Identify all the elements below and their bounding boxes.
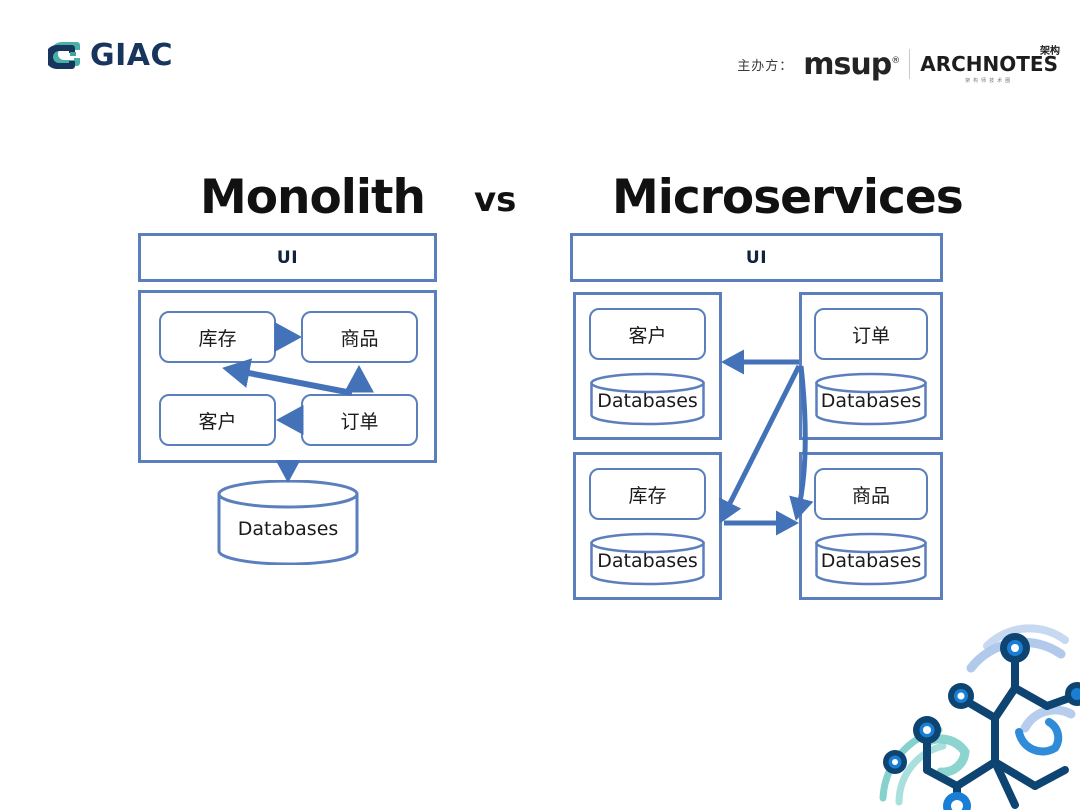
microservice-inventory-database-label: Databases xyxy=(597,550,698,572)
sponsor-divider xyxy=(909,49,911,79)
microservice-customer-box: 客户 xyxy=(589,308,706,360)
monolith-database-label: Databases xyxy=(237,518,339,540)
microservice-order-box: 订单 xyxy=(814,308,928,360)
monolith-database-cylinder: Databases xyxy=(216,480,360,565)
monolith-module-customer-label: 客户 xyxy=(198,410,237,433)
microservice-customer-database: Databases xyxy=(589,372,706,426)
arrow-order-to-inventory-service xyxy=(718,364,802,524)
giac-wordmark: GIAC xyxy=(90,38,174,73)
microservice-inventory-box: 库存 xyxy=(589,468,706,520)
giac-logo: GIAC xyxy=(48,38,173,73)
monolith-module-product-label: 商品 xyxy=(340,327,379,350)
network-decoration-graphic xyxy=(879,624,1080,810)
microservice-product-database: Databases xyxy=(814,532,928,586)
archnotes-wordmark: ARCHNOTES xyxy=(920,52,1058,76)
microservices-ui-label: UI xyxy=(745,247,768,268)
archnotes-subtitle: 架构师技术圈 xyxy=(965,78,1014,84)
title-microservices: Microservices xyxy=(612,170,964,225)
sponsor-label: 主办方： xyxy=(737,58,794,74)
microservice-order-database-label: Databases xyxy=(820,390,922,412)
title-vs: vs xyxy=(474,180,517,220)
archnotes-logo: 架构 ARCHNOTES 架构师技术圈 xyxy=(920,44,1060,84)
monolith-module-product: 商品 xyxy=(301,311,418,363)
microservice-customer-label: 客户 xyxy=(628,324,667,347)
microservice-inventory-label: 库存 xyxy=(628,484,667,507)
monolith-module-order-label: 订单 xyxy=(340,410,379,433)
microservice-order-database: Databases xyxy=(814,372,928,426)
monolith-module-order: 订单 xyxy=(301,394,418,446)
monolith-module-inventory: 库存 xyxy=(159,311,276,363)
page-header: GIAC 主办方： msup® 架构 ARCHNOTES 架构师技术圈 xyxy=(0,0,1080,110)
microservice-product-label: 商品 xyxy=(851,484,890,507)
microservice-customer-database-label: Databases xyxy=(597,390,698,412)
microservice-inventory-database: Databases xyxy=(589,532,706,586)
giac-logo-mark-icon xyxy=(48,41,80,69)
microservice-product-box: 商品 xyxy=(814,468,928,520)
title-monolith: Monolith xyxy=(200,170,426,225)
msup-wordmark: msup xyxy=(803,46,892,82)
microservice-order-label: 订单 xyxy=(851,324,890,347)
msup-registered-mark: ® xyxy=(891,55,900,66)
microservices-ui-bar: UI xyxy=(570,233,943,282)
sponsor-block: 主办方： msup® 架构 ARCHNOTES 架构师技术圈 xyxy=(737,44,1060,84)
msup-logo: msup® xyxy=(803,46,900,82)
monolith-ui-bar: UI xyxy=(138,233,437,282)
archnotes-cn-label: 架构 xyxy=(1040,46,1060,57)
monolith-module-customer: 客户 xyxy=(159,394,276,446)
microservice-product-database-label: Databases xyxy=(820,550,922,572)
monolith-ui-label: UI xyxy=(276,247,299,268)
monolith-module-inventory-label: 库存 xyxy=(198,327,237,350)
